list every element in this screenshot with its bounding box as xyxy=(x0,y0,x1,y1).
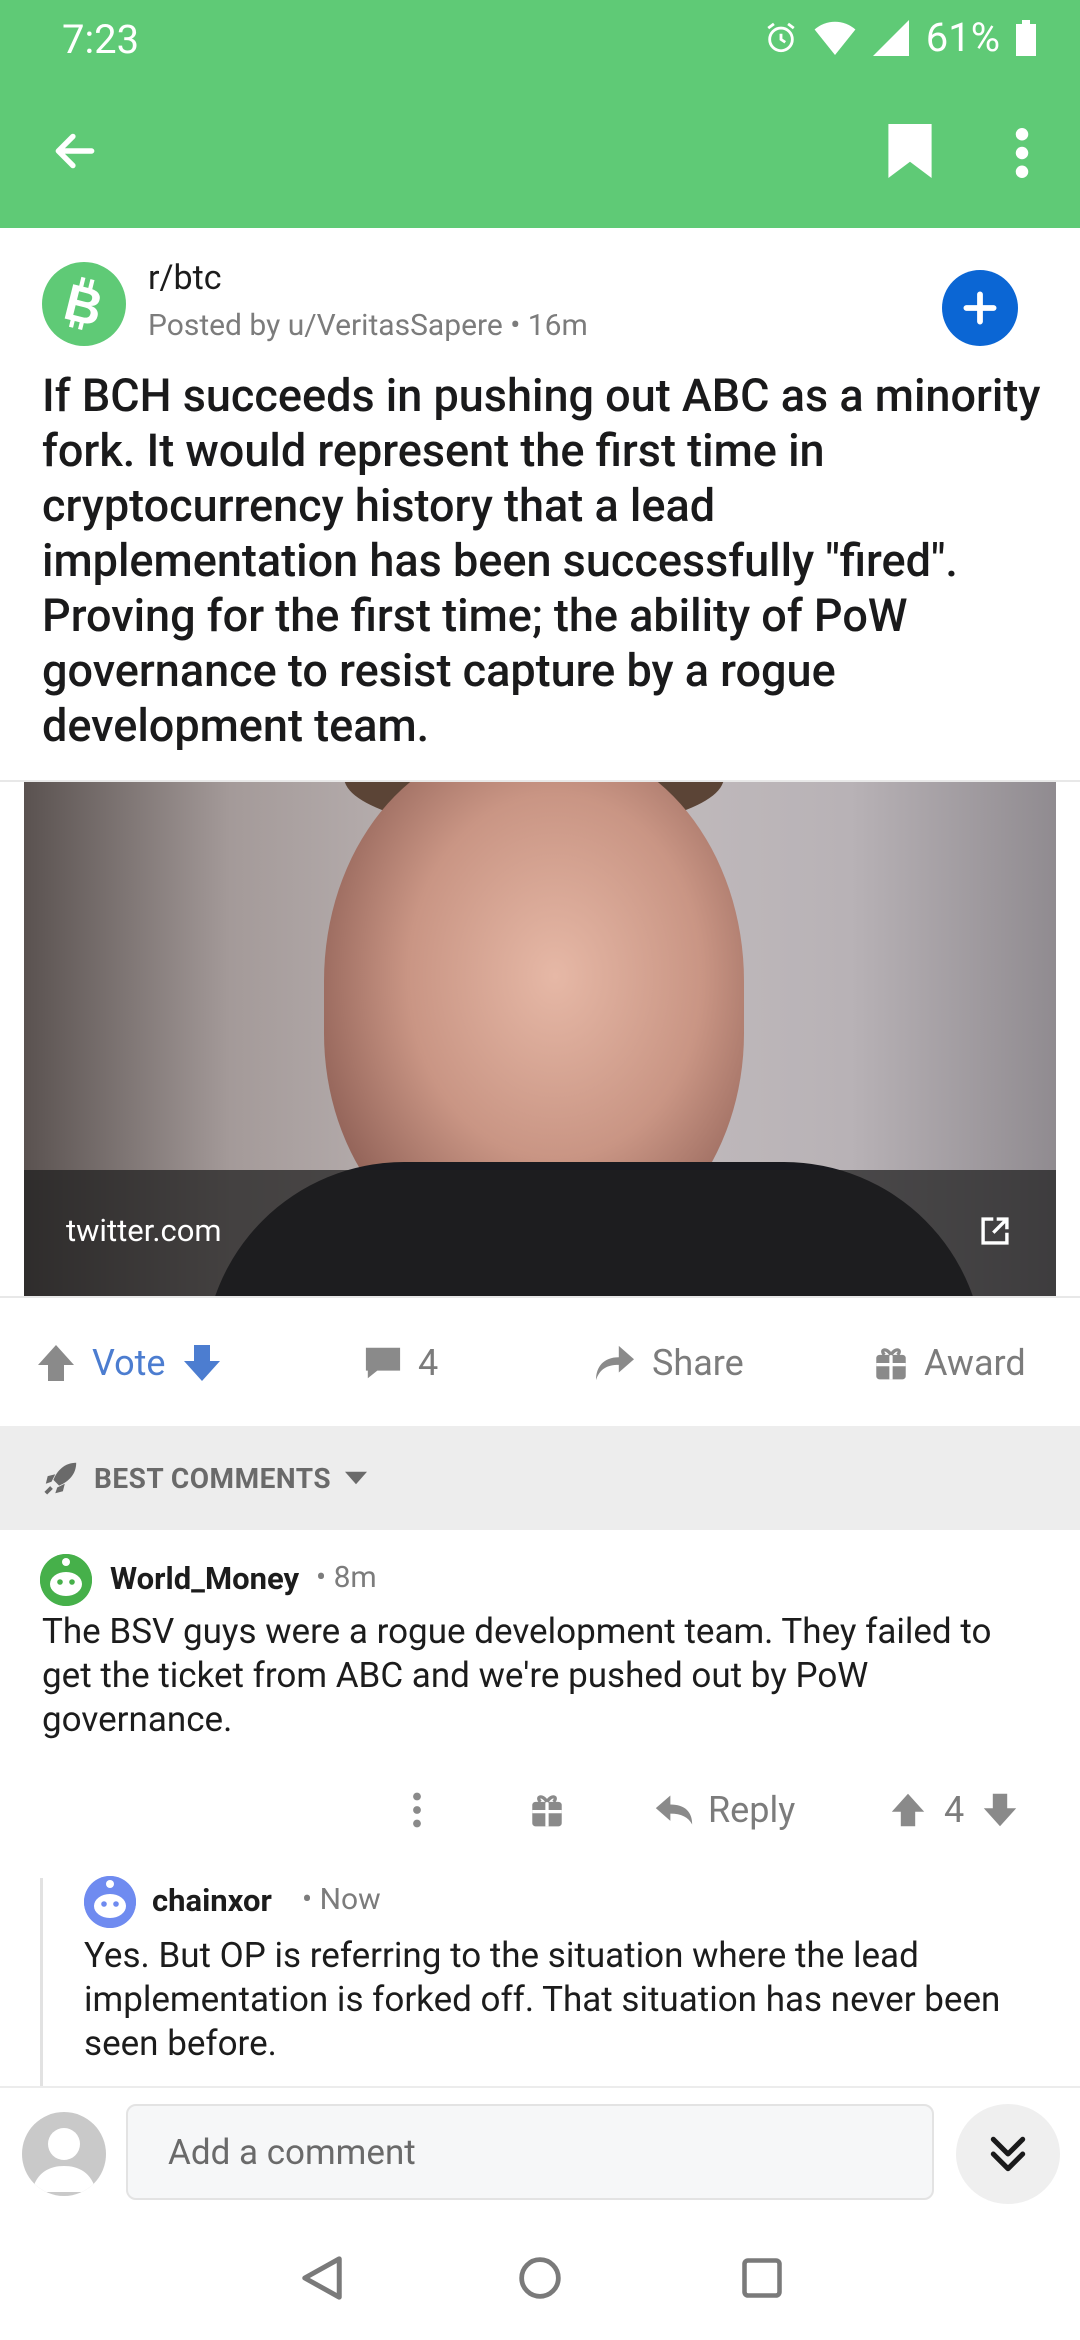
downvote-icon[interactable] xyxy=(982,1792,1018,1828)
snoo-avatar-icon xyxy=(40,1554,92,1606)
more-vertical-icon xyxy=(413,1792,421,1828)
status-time: 7:23 xyxy=(62,16,140,63)
back-button[interactable] xyxy=(40,116,110,186)
person-icon xyxy=(32,2128,96,2192)
share-icon xyxy=(596,1345,634,1381)
wifi-icon xyxy=(814,21,856,55)
nav-home-button[interactable] xyxy=(510,2248,570,2308)
vote-label: Vote xyxy=(92,1342,166,1384)
share-button[interactable]: Share xyxy=(594,1300,744,1426)
plus-icon xyxy=(963,291,997,325)
subreddit-name[interactable]: r/btc xyxy=(148,258,222,298)
comment-icon xyxy=(365,1347,401,1379)
circle-home-icon xyxy=(519,2257,561,2299)
bookmark-icon xyxy=(888,124,932,178)
post-header: B r/btc Posted by u/VeritasSapere • 16m xyxy=(0,228,1080,388)
overflow-menu-button[interactable] xyxy=(1000,118,1044,188)
caret-down-icon xyxy=(345,1471,368,1485)
award-label: Award xyxy=(924,1342,1026,1384)
comment-composer: Add a comment xyxy=(0,2086,1080,2216)
downvote-icon[interactable] xyxy=(182,1343,222,1383)
vote-control: Vote xyxy=(36,1300,222,1426)
comment-username[interactable]: World_Money xyxy=(110,1560,299,1597)
snoo-avatar-icon xyxy=(84,1876,136,1928)
comment-username[interactable]: chainxor xyxy=(152,1882,272,1919)
join-subreddit-button[interactable] xyxy=(942,270,1018,346)
triangle-back-icon xyxy=(302,2256,342,2300)
app-bar: 7:23 61% xyxy=(0,0,1080,228)
post-action-bar: Vote 4 Share Award xyxy=(0,1300,1080,1426)
comment: World_Money • 8m The BSV guys were a rog… xyxy=(0,1530,1080,1850)
link-preview[interactable]: twitter.com xyxy=(24,782,1056,1296)
next-comment-button[interactable] xyxy=(956,2104,1060,2204)
comment-body: Yes. But OP is referring to the situatio… xyxy=(84,1935,1001,2064)
comment-count: 4 xyxy=(418,1342,439,1384)
more-vertical-icon xyxy=(1015,128,1029,178)
user-avatar[interactable] xyxy=(84,1876,136,1928)
gift-icon xyxy=(876,1348,906,1380)
sort-label: BEST COMMENTS xyxy=(94,1461,332,1495)
reply-button[interactable]: Reply xyxy=(654,1770,795,1850)
status-bar: 7:23 61% xyxy=(0,0,1080,80)
comment-reply: chainxor • Now Yes. But OP is referring … xyxy=(0,1850,1080,2086)
reply-icon xyxy=(655,1795,693,1825)
reply-label: Reply xyxy=(708,1789,796,1831)
subreddit-avatar[interactable]: B xyxy=(42,262,126,346)
signal-icon xyxy=(872,19,909,56)
share-label: Share xyxy=(652,1342,744,1384)
user-avatar[interactable] xyxy=(40,1554,92,1606)
bitcoin-icon: B xyxy=(59,276,108,332)
comment-more-button[interactable] xyxy=(412,1770,422,1850)
thread-line[interactable] xyxy=(40,1878,43,2086)
bookmark-button[interactable] xyxy=(880,118,940,184)
post-meta: Posted by u/VeritasSapere • 16m xyxy=(148,308,588,343)
comments-button[interactable]: 4 xyxy=(364,1300,438,1426)
post-title: If BCH succeeds in pushing out ABC as a … xyxy=(42,369,1041,752)
award-button[interactable]: Award xyxy=(874,1300,1026,1426)
my-avatar xyxy=(22,2112,106,2196)
upvote-icon[interactable] xyxy=(36,1343,76,1383)
rocket-icon xyxy=(44,1462,77,1495)
comment-award-button[interactable] xyxy=(530,1770,564,1850)
comment-score: 4 xyxy=(944,1789,965,1831)
comment-vote-control: 4 xyxy=(890,1770,1018,1850)
nav-back-button[interactable] xyxy=(292,2248,352,2308)
upvote-icon[interactable] xyxy=(890,1792,926,1828)
alarm-icon xyxy=(767,22,795,52)
external-link-icon xyxy=(981,1217,1009,1245)
comment-body: The BSV guys were a rogue development te… xyxy=(42,1611,992,1740)
square-recents-icon xyxy=(742,2258,782,2298)
battery-icon xyxy=(1016,19,1036,56)
comment-actions: Reply 4 xyxy=(0,1770,1080,1850)
arrow-left-icon xyxy=(55,133,95,169)
comment-time: • 8m xyxy=(316,1560,377,1595)
nav-recents-button[interactable] xyxy=(732,2248,792,2308)
status-icons: 61% xyxy=(764,14,1036,61)
comment-time: • Now xyxy=(302,1882,381,1917)
double-chevron-down-icon xyxy=(990,2136,1026,2172)
add-comment-input[interactable]: Add a comment xyxy=(126,2104,934,2200)
link-domain: twitter.com xyxy=(66,1212,222,1249)
system-nav-bar xyxy=(0,2216,1080,2340)
battery-percent: 61% xyxy=(925,14,1000,61)
gift-icon xyxy=(532,1795,562,1827)
comment-sort-bar[interactable]: BEST COMMENTS xyxy=(0,1426,1080,1530)
link-preview-caption: twitter.com xyxy=(24,1170,1056,1296)
